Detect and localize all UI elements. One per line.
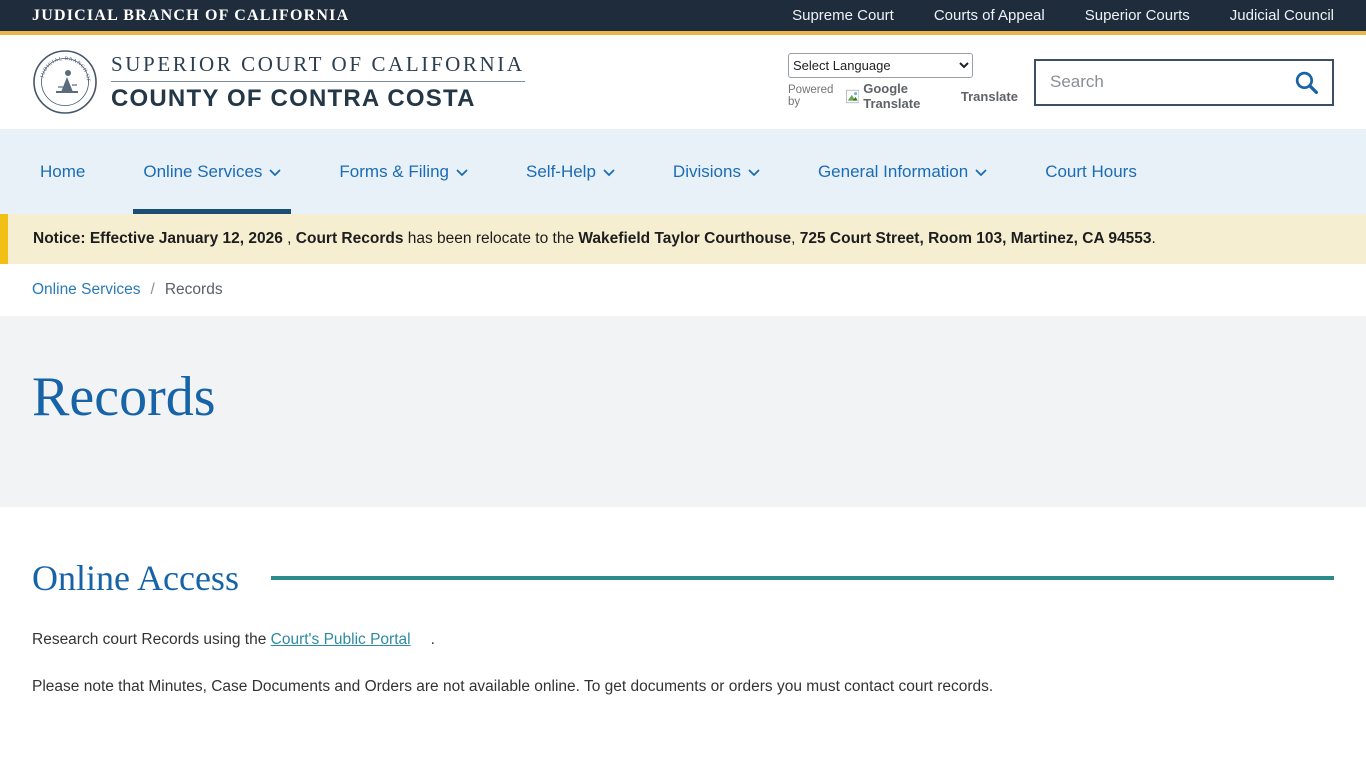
notice-text-segment: Court Records <box>295 230 404 247</box>
portal-paragraph-suffix: . <box>430 631 435 648</box>
utility-bar: JUDICIAL BRANCH OF CALIFORNIA Supreme Co… <box>0 0 1366 35</box>
nav-item-divisions[interactable]: Divisions <box>663 129 770 214</box>
notice-text-segment: , <box>791 230 800 247</box>
site-logo[interactable]: JUDICIAL BRANCH OF CALIFORNIA SUPERIOR C… <box>32 49 525 115</box>
notice-text-segment: has been relocate to the <box>403 230 579 247</box>
nav-item-general-information[interactable]: General Information <box>808 129 997 214</box>
nav-item-forms-filing[interactable]: Forms & Filing <box>329 129 478 214</box>
breadcrumb: Online Services / Records <box>0 264 1366 316</box>
language-select[interactable]: Select Language <box>788 53 973 78</box>
search-button[interactable] <box>1293 69 1320 96</box>
site-title-line1: SUPERIOR COURT OF CALIFORNIA <box>111 52 525 82</box>
utility-link-supreme-court[interactable]: Supreme Court <box>792 7 894 24</box>
page-title: Records <box>32 366 216 428</box>
portal-paragraph-text: Research court Records using the <box>32 631 271 648</box>
google-translate-widget: Select Language Powered by Google Transl… <box>788 53 1018 111</box>
breadcrumb-link-online-services[interactable]: Online Services <box>32 281 141 299</box>
nav-item-court-hours[interactable]: Court Hours <box>1035 129 1147 214</box>
nav-label: Forms & Filing <box>339 161 449 181</box>
online-access-section-header: Online Access <box>32 557 1334 599</box>
powered-by-label: Powered by <box>788 84 834 108</box>
nav-item-online-services[interactable]: Online Services <box>133 129 292 214</box>
chevron-down-icon <box>456 169 468 176</box>
nav-label: Court Hours <box>1045 161 1137 181</box>
breadcrumb-separator: / <box>150 281 155 298</box>
translate-label: Translate <box>960 88 1018 104</box>
chevron-down-icon <box>748 169 760 176</box>
nav-item-self-help[interactable]: Self-Help <box>516 129 625 214</box>
site-title-line2: COUNTY OF CONTRA COSTA <box>111 84 476 112</box>
main-content: Online Access Research court Records usi… <box>0 557 1366 696</box>
search-input[interactable] <box>1050 72 1293 92</box>
search-icon <box>1295 71 1319 94</box>
courts-public-portal-link[interactable]: Court's Public Portal <box>271 631 411 648</box>
notice-text-segment: , <box>282 230 296 247</box>
breadcrumb-current: Records <box>164 281 223 298</box>
site-title: SUPERIOR COURT OF CALIFORNIA COUNTY OF C… <box>111 52 525 113</box>
chevron-down-icon <box>270 169 281 176</box>
nav-label: General Information <box>817 161 969 181</box>
svg-text:JUDICIAL BRANCH OF CALIFORNIA: JUDICIAL BRANCH OF CALIFORNIA <box>32 49 91 82</box>
main-nav: Home Online Services Forms & Filing Self… <box>0 129 1366 214</box>
nav-label: Self-Help <box>526 161 596 181</box>
utility-link-courts-of-appeal[interactable]: Courts of Appeal <box>934 7 1045 24</box>
notice-text-segment: Wakefield Taylor Courthouse <box>578 230 792 247</box>
nav-item-home[interactable]: Home <box>30 129 95 214</box>
section-divider-rule <box>270 576 1334 580</box>
page-hero: Records <box>0 316 1366 507</box>
availability-note-paragraph: Please note that Minutes, Case Documents… <box>32 678 994 695</box>
google-translate-icon <box>845 89 860 103</box>
translate-powered-row: Powered by Google Translate Translate <box>788 81 1018 111</box>
section-title: Online Access <box>32 558 239 598</box>
nav-label: Divisions <box>672 161 741 181</box>
search-box[interactable] <box>1034 58 1334 106</box>
site-header: JUDICIAL BRANCH OF CALIFORNIA SUPERIOR C… <box>0 35 1366 129</box>
notice-text-segment: . <box>1151 230 1156 247</box>
court-seal-icon: JUDICIAL BRANCH OF CALIFORNIA <box>32 49 97 114</box>
notice-text-segment: Notice: Effective January 12, 2026 <box>33 230 283 247</box>
judicial-branch-brand: JUDICIAL BRANCH OF CALIFORNIA <box>32 6 350 24</box>
chevron-down-icon <box>975 169 987 176</box>
notice-banner: Notice: Effective January 12, 2026 , Cou… <box>0 214 1366 264</box>
utility-links: Supreme Court Courts of Appeal Superior … <box>792 7 1334 24</box>
nav-label: Home <box>40 161 86 181</box>
notice-text-segment: 725 Court Street, Room 103, Martinez, CA… <box>799 230 1152 247</box>
nav-label: Online Services <box>143 161 263 181</box>
chevron-down-icon <box>603 169 615 176</box>
portal-paragraph: Research court Records using the Court's… <box>32 631 1334 649</box>
utility-link-superior-courts[interactable]: Superior Courts <box>1085 7 1190 24</box>
google-translate-label: Google Translate <box>863 81 921 111</box>
utility-link-judicial-council[interactable]: Judicial Council <box>1230 7 1334 24</box>
